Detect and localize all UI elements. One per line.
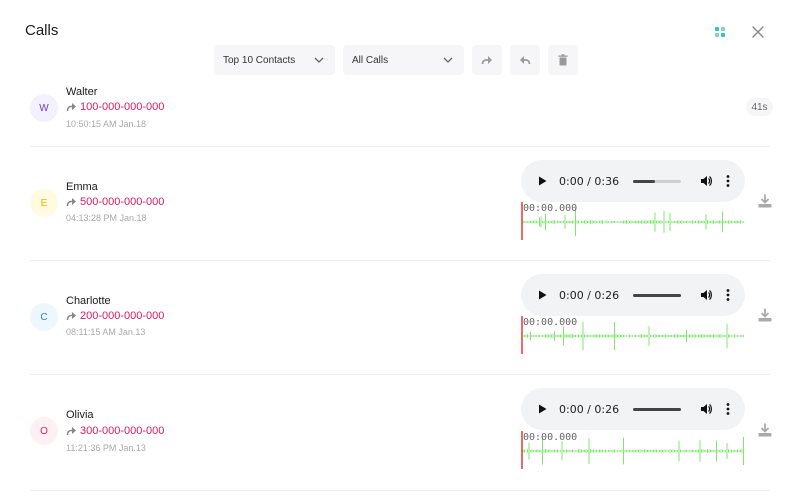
forward-button[interactable] [472, 45, 502, 75]
volume-icon[interactable] [699, 402, 713, 416]
seek-slider[interactable] [633, 293, 682, 297]
reply-button[interactable] [510, 45, 540, 75]
grid-dots-icon[interactable] [712, 24, 728, 40]
divider [30, 490, 770, 491]
calls-filter-select[interactable]: All Calls [343, 45, 464, 75]
seek-progress [633, 293, 682, 297]
more-vertical-icon[interactable] [721, 402, 735, 416]
phone-number[interactable]: 200-000-000-000 [80, 310, 164, 322]
delete-button[interactable] [548, 45, 578, 75]
player-time: 0:00 / 0:26 [558, 288, 620, 302]
number-row: 100-000-000-000 [66, 101, 164, 113]
divider [30, 146, 770, 147]
player-time: 0:00 / 0:36 [558, 174, 620, 188]
waveform-time: 00:00.000 [523, 317, 578, 328]
forward-arrow-icon [66, 103, 76, 112]
contact-name: Emma [66, 181, 98, 193]
avatar: E [30, 189, 58, 217]
audio-player[interactable]: 0:00 / 0:36 [521, 160, 745, 202]
avatar: C [30, 303, 58, 331]
seek-progress [633, 407, 682, 411]
call-time: 08:11:15 AM Jan.13 [66, 327, 146, 337]
play-icon[interactable] [535, 174, 549, 188]
divider [30, 374, 770, 375]
contacts-filter-label: Top 10 Contacts [223, 54, 296, 66]
waveform-time: 00:00.000 [523, 203, 578, 214]
seek-slider[interactable] [633, 407, 682, 411]
calls-filter-label: All Calls [352, 54, 389, 66]
phone-number[interactable]: 300-000-000-000 [80, 425, 164, 437]
number-row: 200-000-000-000 [66, 310, 164, 322]
avatar: W [30, 94, 58, 122]
page-title: Calls [25, 22, 59, 39]
call-row[interactable]: W Walter 100-000-000-000 10:50:15 AM Jan… [30, 84, 773, 148]
contact-name: Charlotte [66, 295, 111, 307]
number-row: 500-000-000-000 [66, 196, 164, 208]
contact-name: Walter [66, 86, 98, 98]
volume-icon[interactable] [699, 174, 713, 188]
volume-icon[interactable] [699, 288, 713, 302]
player-time: 0:00 / 0:26 [558, 402, 620, 416]
waveform[interactable]: 00:00.000 [521, 202, 745, 242]
call-time: 04:13:28 PM Jan.18 [66, 213, 147, 223]
call-row[interactable]: E Emma 500-000-000-000 04:13:28 PM Jan.1… [30, 158, 773, 262]
number-row: 300-000-000-000 [66, 425, 164, 437]
more-vertical-icon[interactable] [721, 288, 735, 302]
contacts-filter-select[interactable]: Top 10 Contacts [214, 45, 335, 75]
forward-arrow-icon [66, 427, 76, 436]
seek-progress [633, 179, 655, 183]
call-row[interactable]: C Charlotte 200-000-000-000 08:11:15 AM … [30, 272, 773, 376]
play-icon[interactable] [535, 402, 549, 416]
avatar: O [30, 417, 58, 445]
audio-player[interactable]: 0:00 / 0:26 [521, 388, 745, 430]
divider [30, 260, 770, 261]
forward-arrow-icon [66, 312, 76, 321]
waveform[interactable]: 00:00.000 [521, 316, 745, 356]
download-icon[interactable] [757, 422, 773, 438]
waveform-time: 00:00.000 [523, 432, 578, 443]
chevron-down-icon [314, 57, 324, 63]
chevron-down-icon [443, 57, 453, 63]
call-time: 11:21:36 PM Jan.13 [66, 443, 146, 453]
trash-icon [558, 54, 568, 66]
seek-slider[interactable] [633, 179, 682, 183]
play-icon[interactable] [535, 288, 549, 302]
toolbar: Top 10 Contacts All Calls [214, 45, 578, 75]
download-icon[interactable] [757, 193, 773, 209]
more-vertical-icon[interactable] [721, 174, 735, 188]
forward-arrow-icon [481, 56, 492, 65]
reply-arrow-icon [520, 56, 531, 65]
phone-number[interactable]: 500-000-000-000 [80, 196, 164, 208]
call-time: 10:50:15 AM Jan.18 [66, 119, 147, 129]
download-icon[interactable] [757, 307, 773, 323]
contact-name: Olivia [66, 409, 94, 421]
audio-player[interactable]: 0:00 / 0:26 [521, 274, 745, 316]
phone-number[interactable]: 100-000-000-000 [80, 101, 164, 113]
call-row[interactable]: O Olivia 300-000-000-000 11:21:36 PM Jan… [30, 386, 773, 492]
waveform[interactable]: 00:00.000 [521, 431, 745, 471]
forward-arrow-icon [66, 198, 76, 207]
duration-badge: 41s [746, 98, 773, 116]
close-icon[interactable] [748, 22, 768, 42]
